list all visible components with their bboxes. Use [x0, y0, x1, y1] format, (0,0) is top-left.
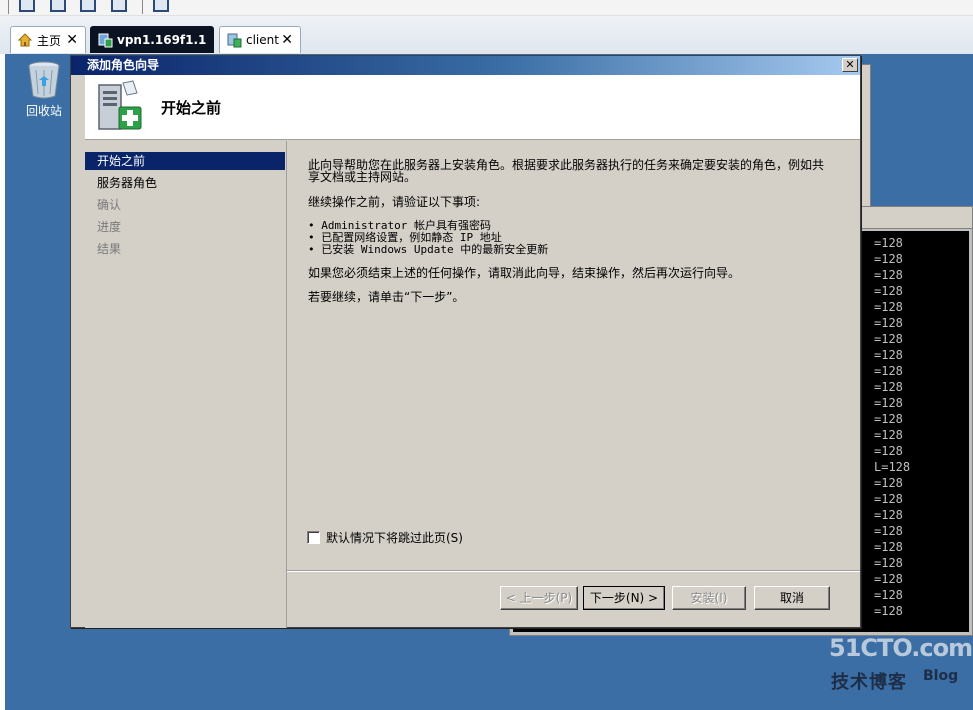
- server-add-icon: [98, 80, 142, 130]
- nav-item[interactable]: 确认: [85, 196, 285, 214]
- cancel-button[interactable]: 取消: [754, 586, 830, 610]
- console-line: =128: [874, 252, 903, 266]
- toolbar-separator: [142, 0, 143, 14]
- host-toolbar: [0, 0, 973, 16]
- nav-item[interactable]: 开始之前: [85, 152, 285, 170]
- console-line: L=128: [874, 460, 911, 474]
- close-icon[interactable]: ✕: [842, 58, 858, 72]
- watermark-blog: Blog: [923, 668, 959, 684]
- console-line: =128: [874, 268, 903, 282]
- console-line: =128: [874, 300, 903, 314]
- nav-item[interactable]: 进度: [85, 218, 285, 236]
- recycle-bin-label: 回收站: [25, 104, 62, 118]
- vm-icon: [98, 33, 113, 47]
- console-line: =128: [874, 332, 903, 346]
- console-lines: =128 =128 =128 =128 =128 =128 =128 =128 =128 =128…: [874, 235, 910, 619]
- skip-page-checkbox[interactable]: [307, 531, 320, 544]
- console-line: =128: [874, 348, 903, 362]
- watermark-subtitle: 技术博客: [831, 672, 907, 693]
- continue-note: 若要继续，请单击“下一步”。: [308, 290, 465, 304]
- toolbar-fullscreen-icon[interactable]: [80, 0, 96, 12]
- console-line: =128: [874, 380, 903, 394]
- bullet-item: • 已安装 Windows Update 中的最新安全更新: [308, 243, 549, 256]
- console-line: =128: [874, 508, 903, 522]
- toolbar-window-icon[interactable]: [19, 0, 35, 12]
- console-line: =128: [874, 588, 903, 602]
- console-line: =128: [874, 604, 903, 618]
- console-line: =128: [874, 476, 903, 490]
- tab-strip: 主页 ✕ vpn1.169f1.1 client ✕: [0, 16, 973, 54]
- console-line: =128: [874, 572, 903, 586]
- intro-text-line2: 享文档或主持网站。: [308, 170, 417, 184]
- tab-home-label: 主页: [37, 33, 62, 48]
- recycle-bin-shortcut[interactable]: 回收站: [19, 60, 69, 119]
- console-line: =128: [874, 364, 903, 378]
- install-button[interactable]: 安装(I): [672, 586, 746, 610]
- nav-item[interactable]: 服务器角色: [85, 174, 285, 192]
- tab-home[interactable]: 主页 ✕: [10, 26, 86, 53]
- wizard-titlebar[interactable]: 添加角色向导 ✕: [71, 56, 860, 75]
- close-icon[interactable]: ✕: [66, 32, 78, 48]
- footer-divider: [287, 570, 860, 572]
- console-line: =128: [874, 428, 903, 442]
- wizard-nav: 开始之前 服务器角色 确认 进度 结果: [85, 141, 287, 628]
- console-line: =128: [874, 236, 903, 250]
- next-button[interactable]: 下一步(N) >: [583, 586, 665, 610]
- recycle-bin-icon: [28, 61, 60, 99]
- console-line: =128: [874, 444, 903, 458]
- toolbar-console-icon[interactable]: [153, 0, 169, 12]
- watermark: 51CTO.com 技术博客 Blog: [825, 634, 973, 704]
- verify-heading: 继续操作之前，请验证以下事项:: [308, 195, 481, 209]
- toolbar-separator: [8, 0, 9, 14]
- tab-client-label: client: [246, 33, 279, 47]
- console-line: =128: [874, 524, 903, 538]
- console-line: =128: [874, 316, 903, 330]
- previous-button[interactable]: < 上一步(P): [500, 586, 578, 610]
- tab-vpn-label: vpn1.169f1.1: [117, 32, 207, 47]
- vm-icon: [227, 33, 242, 48]
- wizard-title: 添加角色向导: [87, 58, 160, 72]
- nav-item[interactable]: 结果: [85, 240, 285, 258]
- watermark-site: 51CTO.com: [829, 634, 973, 662]
- home-icon: [17, 33, 33, 47]
- tab-vpn[interactable]: vpn1.169f1.1: [90, 26, 214, 53]
- tab-client[interactable]: client ✕: [219, 26, 301, 53]
- console-line: =128: [874, 396, 903, 410]
- console-line: =128: [874, 540, 903, 554]
- toolbar-restore-icon[interactable]: [111, 0, 127, 12]
- console-line: =128: [874, 556, 903, 570]
- close-icon[interactable]: ✕: [281, 32, 293, 48]
- cancel-note: 如果您必须结束上述的任何操作，请取消此向导，结束操作，然后再次运行向导。: [308, 266, 741, 280]
- console-line: =128: [874, 492, 903, 506]
- page-title: 开始之前: [161, 99, 222, 117]
- add-roles-wizard: 添加角色向导 ✕ 开始之前 开始之前 服务器角色 确认 进度 结果 此向导帮助您…: [70, 55, 861, 628]
- console-line: =128: [874, 412, 903, 426]
- console-line: =128: [874, 284, 903, 298]
- skip-page-label: 默认情况下将跳过此页(S): [326, 531, 463, 545]
- wizard-header: 开始之前: [85, 75, 860, 140]
- toolbar-monitor-icon[interactable]: [50, 0, 66, 12]
- skip-page-option[interactable]: 默认情况下将跳过此页(S): [307, 529, 463, 546]
